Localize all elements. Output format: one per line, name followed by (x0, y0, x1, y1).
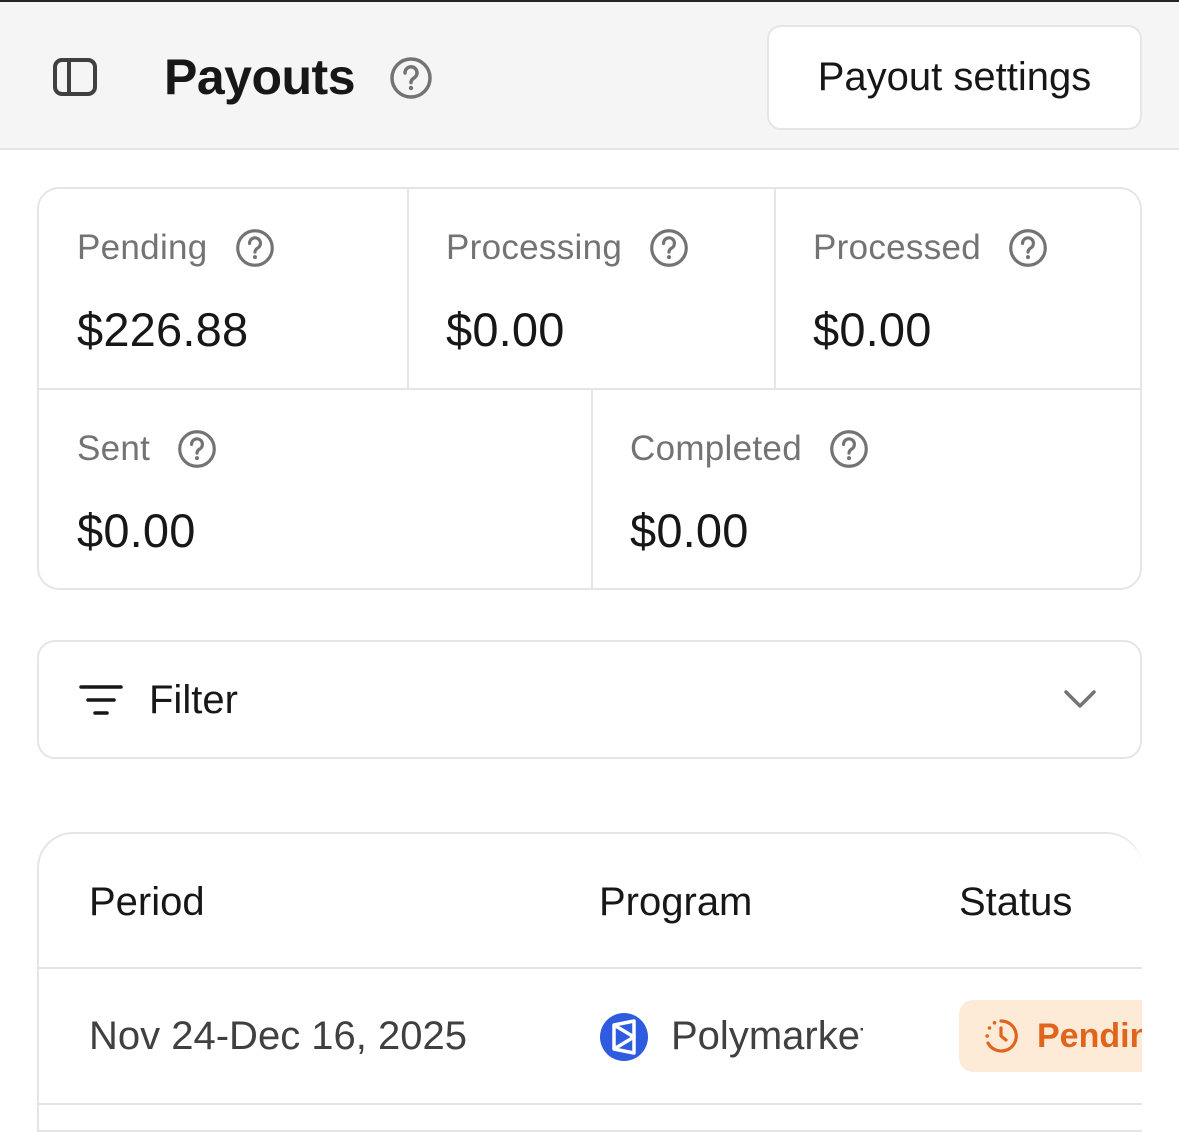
help-icon (1009, 229, 1047, 267)
help-icon (830, 430, 868, 468)
stat-label: Sent (77, 429, 151, 468)
table-row-divider (39, 1103, 1142, 1105)
stats-divider (407, 189, 409, 389)
help-icon (235, 229, 274, 267)
sidebar-toggle-button[interactable] (50, 56, 100, 98)
row-program: Polymarket (671, 1014, 863, 1058)
stats-divider (774, 189, 776, 389)
help-icon (390, 57, 432, 99)
payout-settings-button[interactable]: Payout settings (767, 25, 1142, 130)
stat-label: Pending (77, 228, 208, 267)
filter-label: Filter (149, 678, 238, 722)
clock-icon (985, 1019, 1018, 1053)
payouts-help-button[interactable] (388, 55, 434, 101)
stat-label: Processing (446, 228, 623, 267)
stat-help-button[interactable] (828, 428, 870, 470)
column-header-period[interactable]: Period (89, 880, 205, 925)
polymarket-logo-icon (600, 1013, 648, 1061)
stat-help-button[interactable] (1007, 227, 1049, 269)
status-badge: Pending (959, 1000, 1142, 1072)
stats-divider (591, 389, 593, 588)
sidebar-toggle-icon (53, 58, 97, 96)
help-icon (178, 430, 217, 468)
filter-dropdown[interactable]: Filter (37, 640, 1142, 759)
stat-help-button[interactable] (234, 227, 276, 269)
help-icon (650, 229, 689, 267)
payouts-table: Period Program Status Nov 24-Dec 16, 202… (37, 832, 1142, 1132)
stat-value: $0.00 (813, 303, 932, 356)
stat-label: Completed (630, 429, 802, 468)
page-header: Payouts Payout settings (0, 0, 1179, 150)
stat-value: $0.00 (446, 303, 565, 356)
stat-value: $226.88 (77, 303, 249, 356)
column-header-program[interactable]: Program (599, 880, 752, 925)
status-text: Pending (1037, 1016, 1142, 1055)
row-period: Nov 24-Dec 16, 2025 (89, 1014, 468, 1058)
filter-icon (79, 685, 123, 715)
payout-stats-card: Pending $226.88 Processing $0.00 Process… (37, 187, 1142, 590)
column-header-status[interactable]: Status (959, 880, 1072, 925)
page-title: Payouts (164, 49, 356, 105)
stat-help-button[interactable] (648, 227, 690, 269)
stat-value: $0.00 (630, 504, 749, 557)
stat-help-button[interactable] (176, 428, 218, 470)
chevron-down-icon (1064, 690, 1096, 708)
stat-label: Processed (813, 228, 982, 267)
stat-value: $0.00 (77, 504, 196, 557)
table-header-divider (39, 967, 1142, 969)
